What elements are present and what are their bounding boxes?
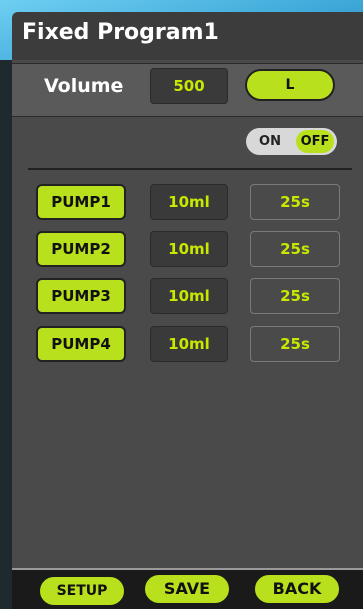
toggle-off-label: OFF	[296, 130, 334, 153]
pump4-time-field[interactable]: 25s	[250, 326, 340, 362]
pump4-button[interactable]: PUMP4	[36, 326, 126, 362]
toggle-on-label: ON	[259, 134, 281, 149]
volume-label: Volume	[44, 75, 124, 97]
pump3-volume-field[interactable]: 10ml	[150, 278, 228, 314]
pump2-button[interactable]: PUMP2	[36, 231, 126, 267]
on-off-toggle[interactable]: ON OFF	[246, 128, 337, 155]
divider	[28, 168, 352, 170]
pump1-button[interactable]: PUMP1	[36, 184, 126, 220]
pump1-volume-field[interactable]: 10ml	[150, 184, 228, 220]
back-button[interactable]: BACK	[253, 573, 341, 605]
save-button[interactable]: SAVE	[143, 573, 231, 605]
pump3-button[interactable]: PUMP3	[36, 278, 126, 314]
pump4-volume-field[interactable]: 10ml	[150, 326, 228, 362]
volume-unit-button[interactable]: L	[245, 69, 335, 101]
setup-button[interactable]: SETUP	[38, 575, 126, 607]
pump2-volume-field[interactable]: 10ml	[150, 231, 228, 267]
pump3-time-field[interactable]: 25s	[250, 278, 340, 314]
page-title: Fixed Program1	[22, 20, 219, 45]
pump1-time-field[interactable]: 25s	[250, 184, 340, 220]
pump2-time-field[interactable]: 25s	[250, 231, 340, 267]
volume-value-field[interactable]: 500	[150, 68, 228, 104]
